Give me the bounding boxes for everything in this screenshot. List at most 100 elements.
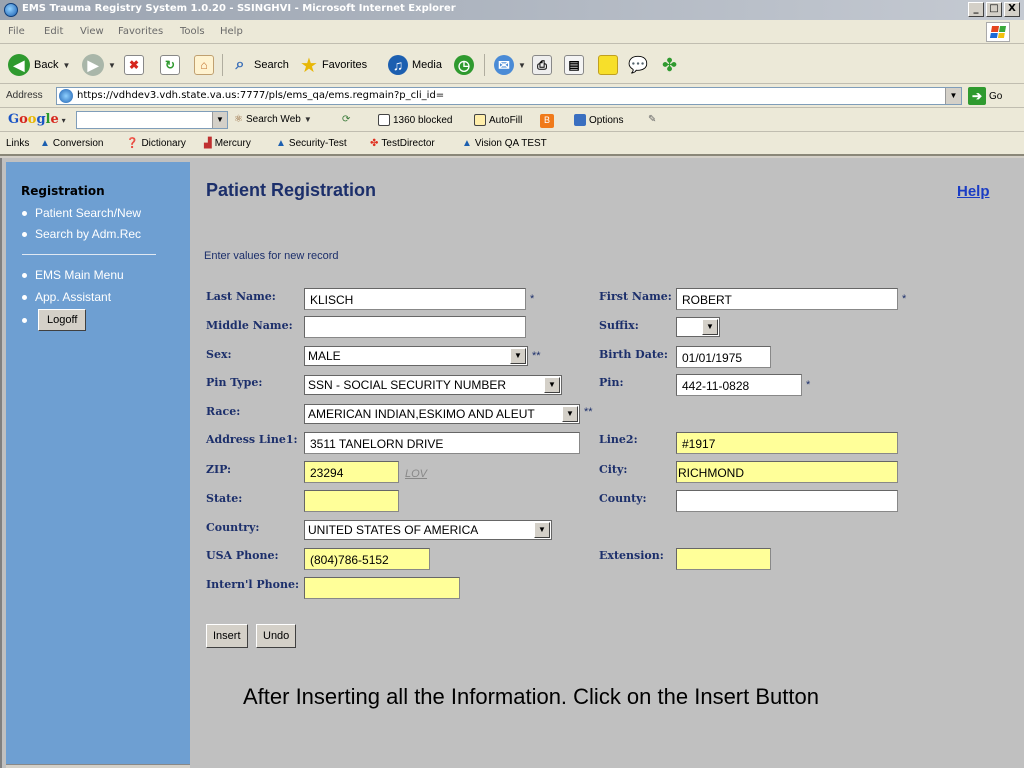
pin-input[interactable]: 442-11-0828 <box>676 374 802 396</box>
go-arrow-icon: ➔ <box>968 87 986 105</box>
google-search-input[interactable]: ▼ <box>76 111 228 129</box>
link-mercury[interactable]: ▟ Mercury <box>204 138 251 149</box>
race-select[interactable]: AMERICAN INDIAN,ESKIMO AND ALEUT ▼ <box>304 404 580 424</box>
chevron-down-icon[interactable]: ▼ <box>544 377 560 393</box>
menu-favorites[interactable]: Favorites <box>118 26 163 37</box>
chevron-down-icon[interactable]: ▼ <box>510 348 526 364</box>
city-input[interactable]: RICHMOND <box>676 461 898 483</box>
stop-button[interactable]: ✖ <box>124 52 144 78</box>
links-label: Links <box>6 138 30 149</box>
address-label: Address <box>6 90 43 101</box>
link-security-test-label: Security-Test <box>288 138 347 149</box>
sidebar-divider <box>22 254 156 255</box>
pagerank-icon: ⟳ <box>342 114 351 125</box>
print-button[interactable]: ⎙ <box>532 52 552 78</box>
birth-date-input[interactable]: 01/01/1975 <box>676 346 771 368</box>
sidebar-item-ems-main-menu[interactable]: EMS Main Menu <box>22 268 124 282</box>
edit-button[interactable]: ▤ <box>564 52 584 78</box>
mail-dropdown-icon[interactable]: ▼ <box>518 61 526 70</box>
chevron-down-icon[interactable]: ▼ <box>702 319 718 335</box>
sidebar-item-label: EMS Main Menu <box>35 268 124 282</box>
usa-phone-input[interactable]: (804)786-5152 <box>304 548 430 570</box>
last-name-input[interactable]: KLISCH <box>304 288 526 310</box>
undo-button[interactable]: Undo <box>256 624 297 648</box>
blogger-icon: B <box>540 114 554 128</box>
messenger-button[interactable]: ✤ <box>662 52 677 78</box>
state-label: State: <box>206 492 243 505</box>
back-button[interactable]: ◀ Back ▼ <box>8 52 70 78</box>
google-logo[interactable]: Google ▾ <box>8 112 66 127</box>
forward-dropdown-icon[interactable]: ▼ <box>108 61 116 70</box>
discuss-button[interactable]: 💬 <box>628 52 648 78</box>
state-input[interactable] <box>304 490 399 512</box>
menu-edit[interactable]: Edit <box>44 26 63 37</box>
county-input[interactable] <box>676 490 898 512</box>
sidebar-item-patient-search[interactable]: Patient Search/New <box>22 206 141 220</box>
sidebar-item-search-by-adm-rec[interactable]: Search by Adm.Rec <box>22 227 141 241</box>
link-testdirector[interactable]: ✤ TestDirector <box>370 138 435 149</box>
intl-phone-input[interactable] <box>304 577 460 599</box>
first-name-input[interactable]: ROBERT <box>676 288 898 310</box>
insert-button[interactable]: Insert <box>206 624 248 648</box>
search-web-button[interactable]: ⚛ Search Web ▼ <box>234 114 312 125</box>
link-conversion[interactable]: ▲ Conversion <box>40 138 104 149</box>
media-button[interactable]: ♫ Media <box>388 52 442 78</box>
options-button[interactable]: Options <box>574 114 623 126</box>
maximize-button[interactable]: □ <box>986 2 1002 17</box>
link-vision-qa-test-label: Vision QA TEST <box>474 138 547 149</box>
zip-input[interactable]: 23294 <box>304 461 399 483</box>
ie-logo-icon <box>4 3 18 17</box>
search-web-dropdown-icon[interactable]: ▼ <box>304 115 312 124</box>
mail-button[interactable]: ✉ ▼ <box>494 52 526 78</box>
chevron-down-icon[interactable]: ▼ <box>534 522 550 538</box>
menu-bar: File Edit View Favorites Tools Help <box>0 20 1024 44</box>
line2-input[interactable]: #1917 <box>676 432 898 454</box>
logoff-button[interactable]: Logoff <box>38 309 87 331</box>
blogger-button[interactable]: B <box>540 114 554 128</box>
bullet-icon <box>22 294 27 300</box>
search-button[interactable]: ⌕ Search <box>230 52 289 78</box>
sex-select[interactable]: MALE ▼ <box>304 346 528 366</box>
forward-arrow-icon: ▶ <box>82 54 104 76</box>
help-link[interactable]: Help <box>957 183 990 200</box>
refresh-button[interactable]: ↻ <box>160 52 180 78</box>
favorites-button[interactable]: ★ Favorites <box>300 52 367 78</box>
menu-tools[interactable]: Tools <box>180 26 205 37</box>
lov-link[interactable]: LOV <box>405 468 427 480</box>
home-button[interactable]: ⌂ <box>194 52 214 78</box>
notes-button[interactable] <box>598 52 618 78</box>
minimize-button[interactable]: _ <box>968 2 984 17</box>
sex-label: Sex: <box>206 348 232 361</box>
autofill-button[interactable]: AutoFill <box>474 114 522 126</box>
go-button[interactable]: ➔ Go <box>968 87 1002 105</box>
page-icon <box>59 89 73 103</box>
sidebar-item-app-assistant[interactable]: App. Assistant <box>22 290 111 304</box>
link-vision-qa-test[interactable]: ▲ Vision QA TEST <box>462 138 547 149</box>
chevron-down-icon[interactable]: ▼ <box>562 406 578 422</box>
link-security-test[interactable]: ▲ Security-Test <box>276 138 347 149</box>
close-button[interactable]: X <box>1004 2 1020 17</box>
back-dropdown-icon[interactable]: ▼ <box>62 61 70 70</box>
highlight-pen-icon[interactable]: ✎ <box>648 114 656 125</box>
address-input[interactable]: https://vdhdev3.vdh.state.va.us:7777/pls… <box>56 87 962 105</box>
history-button[interactable]: ◷ <box>454 52 474 78</box>
notes-icon <box>598 55 618 75</box>
country-select[interactable]: UNITED STATES OF AMERICA ▼ <box>304 520 552 540</box>
extension-input[interactable] <box>676 548 771 570</box>
address-dropdown-icon[interactable]: ▼ <box>945 88 961 104</box>
sidebar-scrollbar[interactable] <box>6 764 190 768</box>
menu-help[interactable]: Help <box>220 26 243 37</box>
pin-type-select[interactable]: SSN - SOCIAL SECURITY NUMBER ▼ <box>304 375 562 395</box>
middle-name-input[interactable] <box>304 316 526 338</box>
menu-view[interactable]: View <box>80 26 104 37</box>
suffix-select[interactable]: ▼ <box>676 317 720 337</box>
google-search-dropdown-icon[interactable]: ▼ <box>212 112 227 128</box>
address-line1-input[interactable]: 3511 TANELORN DRIVE <box>304 432 580 454</box>
edit-page-icon: ▤ <box>564 55 584 75</box>
forward-button[interactable]: ▶ ▼ <box>82 52 116 78</box>
stop-icon: ✖ <box>124 55 144 75</box>
popup-blocked-icon <box>378 114 390 126</box>
link-dictionary[interactable]: ❓ Dictionary <box>126 138 186 149</box>
menu-file[interactable]: File <box>8 26 25 37</box>
popup-blocker-button[interactable]: 1360 blocked <box>378 114 453 126</box>
